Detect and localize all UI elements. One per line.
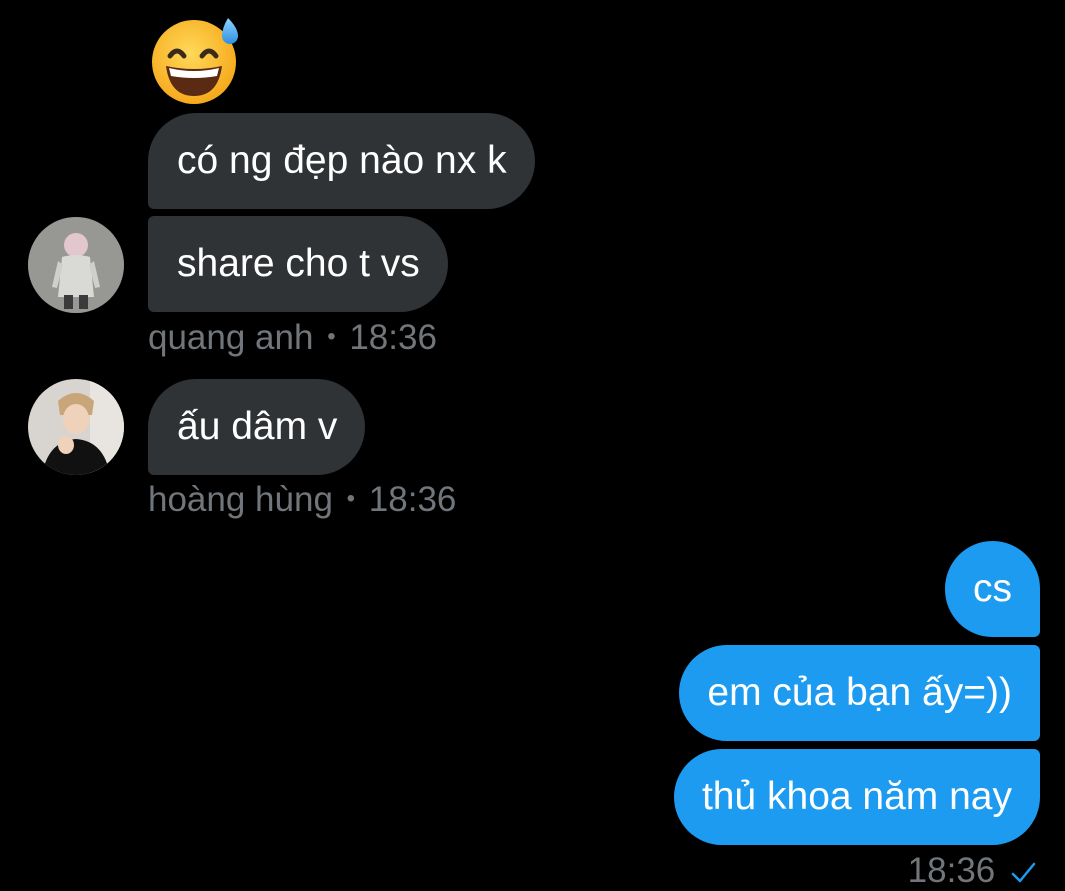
outgoing-message[interactable]: cs xyxy=(945,541,1040,637)
grinning-face-with-sweat-icon xyxy=(152,18,238,104)
message-time: 18:36 xyxy=(907,851,996,890)
message-text: share cho t vs xyxy=(177,242,420,285)
message-text: cs xyxy=(973,567,1012,610)
outgoing-meta: 18:36 xyxy=(908,851,1037,891)
message-meta: hoàng hùng • 18:36 xyxy=(148,480,456,524)
incoming-message[interactable]: ấu dâm v xyxy=(148,379,366,475)
outgoing-message[interactable]: em của bạn ấy=)) xyxy=(679,645,1040,741)
incoming-message[interactable]: share cho t vs xyxy=(148,216,448,312)
outgoing-message[interactable]: thủ khoa năm nay xyxy=(673,749,1040,845)
message-time: 18:36 xyxy=(368,480,457,519)
sender-name[interactable]: hoàng hùng xyxy=(148,480,333,519)
message-text: ấu dâm v xyxy=(177,405,338,448)
message-text: em của bạn ấy=)) xyxy=(707,671,1012,714)
message-text: có ng đẹp nào nx k xyxy=(177,139,507,182)
sent-check-icon xyxy=(1011,862,1036,882)
incoming-message[interactable]: có ng đẹp nào nx k xyxy=(148,113,535,209)
sender-name[interactable]: quang anh xyxy=(148,318,313,357)
message-time: 18:36 xyxy=(349,318,437,357)
avatar[interactable] xyxy=(28,379,124,475)
meta-separator: • xyxy=(346,485,356,512)
avatar[interactable] xyxy=(28,217,124,313)
message-text: thủ khoa năm nay xyxy=(701,775,1012,818)
message-meta: quang anh • 18:36 xyxy=(148,318,437,362)
meta-separator: • xyxy=(327,323,336,350)
